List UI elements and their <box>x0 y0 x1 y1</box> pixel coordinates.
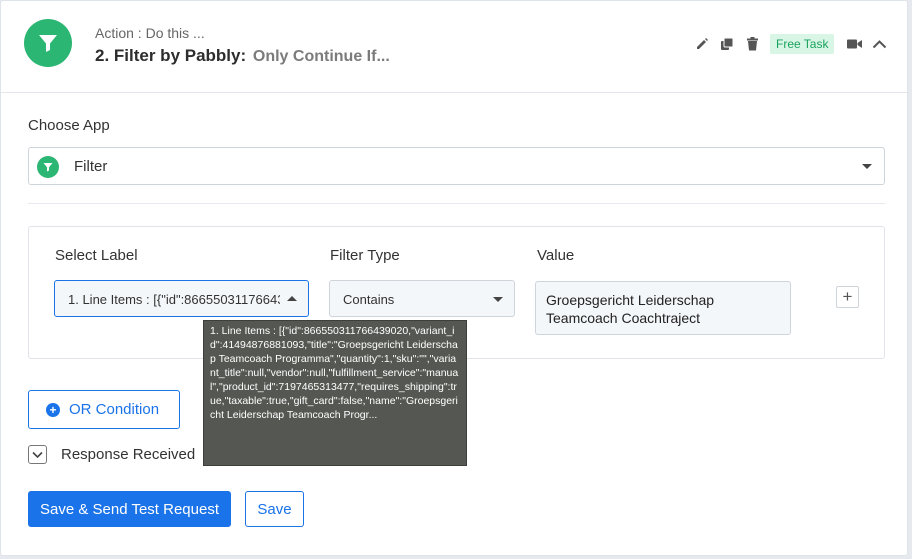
response-received-label: Response Received <box>61 446 196 463</box>
filter-app-icon <box>24 19 72 67</box>
section-divider <box>28 203 885 204</box>
filter-type-dropdown[interactable]: Contains <box>329 280 515 317</box>
or-condition-label: OR Condition <box>69 401 160 418</box>
choose-app-value: Filter <box>74 158 108 175</box>
save-button[interactable]: Save <box>245 491 304 527</box>
action-label: Action : Do this ... <box>95 25 205 41</box>
action-card: Action : Do this ... 2. Filter by Pabbly… <box>0 0 908 556</box>
step-title-subtitle: Only Continue If... <box>252 48 390 65</box>
step-title: 2. Filter by Pabbly: Only Continue If... <box>95 46 390 66</box>
choose-app-select[interactable]: Filter <box>28 147 885 185</box>
plus-circle-icon: + <box>46 402 60 417</box>
select-label-value: 1. Line Items : [{"id":86655031176643902… <box>68 292 280 307</box>
select-label-dropdown[interactable]: 1. Line Items : [{"id":86655031176643902… <box>54 280 309 317</box>
filter-type-heading: Filter Type <box>330 247 400 264</box>
funnel-icon <box>43 163 53 172</box>
choose-app-label: Choose App <box>28 117 110 134</box>
add-condition-plus-button[interactable]: + <box>836 286 859 308</box>
value-input[interactable]: Groepsgericht Leiderschap Teamcoach Coac… <box>535 281 791 335</box>
response-received-toggle[interactable] <box>28 445 47 464</box>
value-heading: Value <box>537 247 575 264</box>
video-camera-icon[interactable] <box>846 36 862 52</box>
save-send-test-request-button[interactable]: Save & Send Test Request <box>28 491 231 527</box>
dropdown-caret-icon <box>493 297 503 302</box>
or-condition-button[interactable]: + OR Condition <box>28 390 180 429</box>
dropdown-caret-icon <box>862 164 872 169</box>
plus-icon: + <box>842 287 853 306</box>
header-toolbar: Free Task <box>694 34 896 54</box>
caret-up-icon <box>287 296 297 301</box>
select-label-tooltip: 1. Line Items : [{"id":86655031176643902… <box>203 320 467 466</box>
funnel-icon <box>39 35 57 52</box>
edit-pencil-icon[interactable] <box>694 36 710 52</box>
filter-type-value: Contains <box>343 292 395 307</box>
copy-icon[interactable] <box>719 36 735 52</box>
chevron-down-icon <box>32 451 43 458</box>
trash-icon[interactable] <box>744 36 760 52</box>
filter-app-small-icon <box>37 156 59 178</box>
action-header[interactable]: Action : Do this ... 2. Filter by Pabbly… <box>1 1 907 93</box>
chevron-up-icon[interactable] <box>871 36 887 52</box>
select-label-heading: Select Label <box>55 247 138 264</box>
step-title-main: 2. Filter by Pabbly: <box>95 46 247 65</box>
free-task-badge: Free Task <box>770 34 835 54</box>
